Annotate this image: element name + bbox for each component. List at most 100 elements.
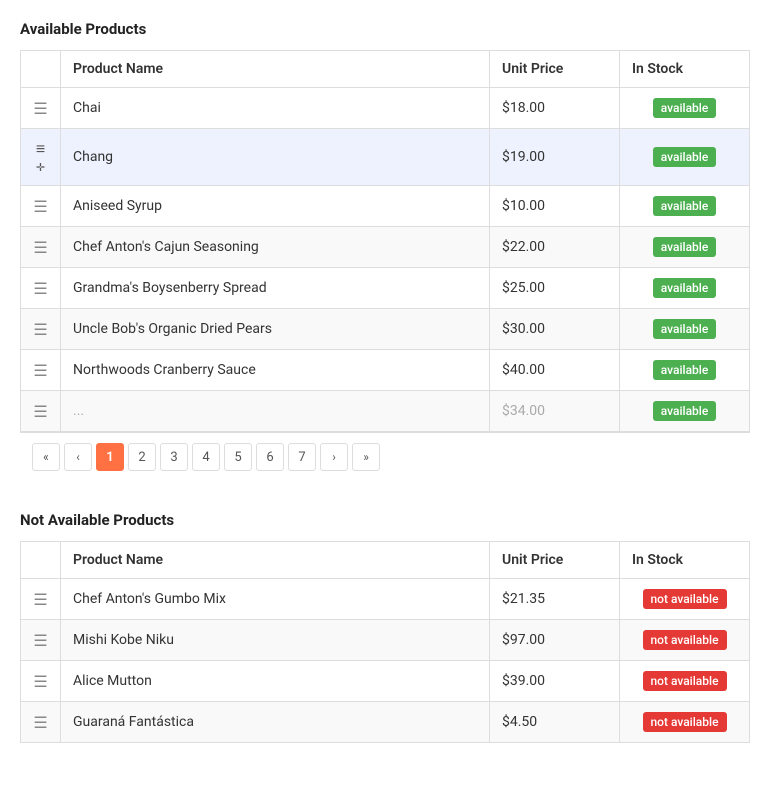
stock-cell: available <box>620 350 750 391</box>
not-available-products-table: Product Name Unit Price In Stock ☰ Chef … <box>20 541 750 743</box>
stock-cell: available <box>620 186 750 227</box>
drag-handle[interactable]: ☰ <box>21 391 61 432</box>
pagination-available: « ‹ 1 2 3 4 5 6 7 › » <box>20 432 750 481</box>
product-name-cell: ... <box>61 391 490 432</box>
table-header-row: Product Name Unit Price In Stock <box>21 51 750 88</box>
table-row: ☰ Chef Anton's Cajun Seasoning $22.00 av… <box>21 227 750 268</box>
unit-price-cell: $21.35 <box>490 579 620 620</box>
stock-cell: not available <box>620 620 750 661</box>
page-first-btn[interactable]: « <box>32 443 60 471</box>
drag-handle[interactable]: ☰ <box>21 702 61 743</box>
product-name-cell: Alice Mutton <box>61 661 490 702</box>
stock-cell: available <box>620 88 750 129</box>
drag-handle[interactable]: ☰ <box>21 88 61 129</box>
table-row: ☰ Grandma's Boysenberry Spread $25.00 av… <box>21 268 750 309</box>
available-badge: available <box>653 196 717 216</box>
unit-price-header: Unit Price <box>490 51 620 88</box>
not-available-badge: not available <box>643 589 727 609</box>
unit-price-header-2: Unit Price <box>490 542 620 579</box>
page-6-btn[interactable]: 6 <box>256 443 284 471</box>
page-5-btn[interactable]: 5 <box>224 443 252 471</box>
drag-handle[interactable]: ☰ <box>21 350 61 391</box>
table-row: ☰ Northwoods Cranberry Sauce $40.00 avai… <box>21 350 750 391</box>
drag-handle[interactable]: ☰ <box>21 579 61 620</box>
drag-handle[interactable]: ☰ <box>21 227 61 268</box>
unit-price-cell: $30.00 <box>490 309 620 350</box>
drag-handle[interactable]: ☰ <box>21 186 61 227</box>
page-2-btn[interactable]: 2 <box>128 443 156 471</box>
in-stock-header-2: In Stock <box>620 542 750 579</box>
table-row: ☰ Mishi Kobe Niku $97.00 not available <box>21 620 750 661</box>
stock-cell: not available <box>620 702 750 743</box>
not-available-header-row: Product Name Unit Price In Stock <box>21 542 750 579</box>
in-stock-header: In Stock <box>620 51 750 88</box>
unit-price-cell: $25.00 <box>490 268 620 309</box>
not-available-section-title: Not Available Products <box>20 511 750 529</box>
table-row: ☰ Aniseed Syrup $10.00 available <box>21 186 750 227</box>
stock-cell: available <box>620 129 750 186</box>
drag-handle[interactable]: ☰ <box>21 309 61 350</box>
available-section-title: Available Products <box>20 20 750 38</box>
product-name-cell: Aniseed Syrup <box>61 186 490 227</box>
table-row: ☰ ... $34.00 available <box>21 391 750 432</box>
available-badge: available <box>653 98 717 118</box>
stock-cell: available <box>620 268 750 309</box>
table-row: ≡ ✛ Chang $19.00 available <box>21 129 750 186</box>
table-row: ☰ Alice Mutton $39.00 not available <box>21 661 750 702</box>
unit-price-cell: $40.00 <box>490 350 620 391</box>
stock-cell: available <box>620 309 750 350</box>
available-products-section: Available Products Product Name Unit Pri… <box>20 20 750 481</box>
available-products-table: Product Name Unit Price In Stock ☰ Chai … <box>20 50 750 432</box>
stock-cell: not available <box>620 661 750 702</box>
drag-handle[interactable]: ≡ ✛ <box>21 129 61 186</box>
table-row: ☰ Chai $18.00 available <box>21 88 750 129</box>
drag-header-2 <box>21 542 61 579</box>
product-name-cell: Chai <box>61 88 490 129</box>
drag-header <box>21 51 61 88</box>
not-available-products-section: Not Available Products Product Name Unit… <box>20 511 750 743</box>
stock-cell: available <box>620 391 750 432</box>
unit-price-cell: $10.00 <box>490 186 620 227</box>
available-badge: available <box>653 278 717 298</box>
stock-cell: not available <box>620 579 750 620</box>
product-name-cell: Chef Anton's Cajun Seasoning <box>61 227 490 268</box>
product-name-cell: Grandma's Boysenberry Spread <box>61 268 490 309</box>
page-prev-btn[interactable]: ‹ <box>64 443 92 471</box>
unit-price-cell: $22.00 <box>490 227 620 268</box>
unit-price-cell: $97.00 <box>490 620 620 661</box>
product-name-header: Product Name <box>61 51 490 88</box>
unit-price-cell: $4.50 <box>490 702 620 743</box>
available-badge: available <box>653 401 717 421</box>
available-badge: available <box>653 319 717 339</box>
page-7-btn[interactable]: 7 <box>288 443 316 471</box>
not-available-badge: not available <box>643 712 727 732</box>
product-name-cell: Northwoods Cranberry Sauce <box>61 350 490 391</box>
table-row: ☰ Guaraná Fantástica $4.50 not available <box>21 702 750 743</box>
unit-price-cell: $19.00 <box>490 129 620 186</box>
product-name-cell: Chef Anton's Gumbo Mix <box>61 579 490 620</box>
page-next-btn[interactable]: › <box>320 443 348 471</box>
product-name-cell: Uncle Bob's Organic Dried Pears <box>61 309 490 350</box>
page-4-btn[interactable]: 4 <box>192 443 220 471</box>
product-name-cell: Chang <box>61 129 490 186</box>
unit-price-cell: $18.00 <box>490 88 620 129</box>
table-row: ☰ Uncle Bob's Organic Dried Pears $30.00… <box>21 309 750 350</box>
stock-cell: available <box>620 227 750 268</box>
product-name-cell: Mishi Kobe Niku <box>61 620 490 661</box>
drag-handle[interactable]: ☰ <box>21 620 61 661</box>
drag-handle[interactable]: ☰ <box>21 661 61 702</box>
drag-handle[interactable]: ☰ <box>21 268 61 309</box>
page-1-btn[interactable]: 1 <box>96 443 124 471</box>
product-name-header-2: Product Name <box>61 542 490 579</box>
not-available-badge: not available <box>643 630 727 650</box>
unit-price-cell: $39.00 <box>490 661 620 702</box>
page-last-btn[interactable]: » <box>352 443 380 471</box>
available-badge: available <box>653 237 717 257</box>
available-badge: available <box>653 147 717 167</box>
product-name-cell: Guaraná Fantástica <box>61 702 490 743</box>
available-badge: available <box>653 360 717 380</box>
not-available-badge: not available <box>643 671 727 691</box>
unit-price-cell: $34.00 <box>490 391 620 432</box>
page-3-btn[interactable]: 3 <box>160 443 188 471</box>
table-row: ☰ Chef Anton's Gumbo Mix $21.35 not avai… <box>21 579 750 620</box>
